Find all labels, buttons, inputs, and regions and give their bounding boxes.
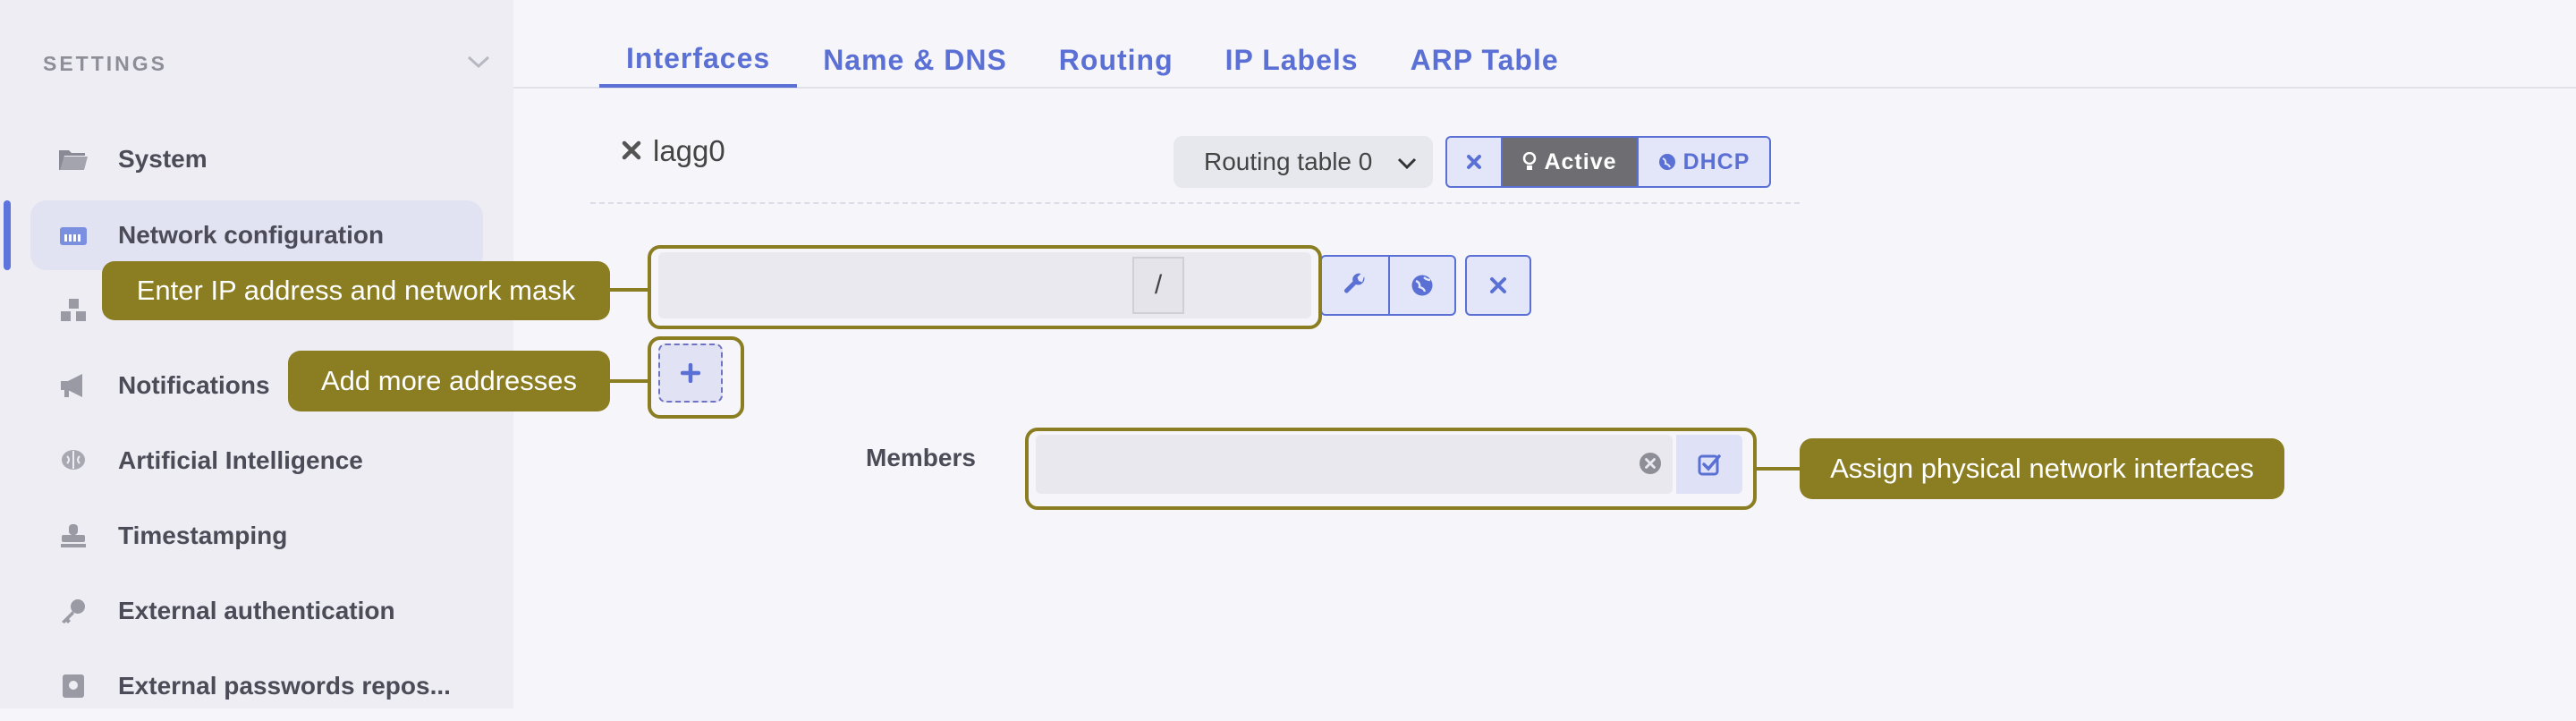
sidebar-item-external-passwords[interactable]: External passwords repos... [30,651,483,721]
wrench-icon [1344,273,1365,293]
routing-table-value: Routing table 0 [1204,148,1373,175]
dhcp-label: DHCP [1682,148,1750,174]
tab-bar: Interfaces Name & DNS Routing IP Labels … [599,32,1585,88]
remove-address-button[interactable] [1465,255,1531,316]
sidebar-item-label: Network configuration [118,221,385,249]
sidebar-item-label: System [118,145,208,173]
vault-icon [57,670,89,702]
close-icon [1490,277,1506,293]
sidebar-title: SETTINGS [43,51,168,75]
globe-icon [1411,275,1433,296]
address-callout: Enter IP address and network mask [102,261,610,320]
sidebar-header[interactable]: SETTINGS [43,50,490,77]
interface-header: lagg0 [621,134,725,168]
add-callout-outline [648,336,744,419]
members-label: Members [866,444,976,471]
address-callout-outline [648,245,1322,329]
remove-interface-icon[interactable] [621,134,642,168]
members-callout: Assign physical network interfaces [1800,438,2284,499]
add-callout: Add more addresses [288,351,610,411]
sidebar-item-network-configuration[interactable]: Network configuration [30,200,483,270]
key-icon [57,595,89,627]
sidebar-item-timestamping[interactable]: Timestamping [30,501,483,571]
globe-icon [1658,154,1675,170]
network-icon [57,219,89,251]
tab-interfaces[interactable]: Interfaces [599,32,798,88]
active-indicator [4,200,11,270]
dhcp-toggle-button[interactable]: DHCP [1637,136,1771,188]
address-callout-connector [608,288,649,292]
folder-icon [57,143,89,175]
address-scope-button[interactable] [1388,255,1456,316]
interface-name: lagg0 [653,134,725,167]
section-divider [590,202,1800,204]
sidebar-item-system[interactable]: System [30,124,483,194]
sidebar-item-external-authentication[interactable]: External authentication [30,576,483,646]
stamp-icon [57,520,89,552]
tab-ip-labels[interactable]: IP Labels [1199,32,1385,88]
sidebar-item-label: External authentication [118,597,395,624]
sidebar-item-label: Notifications [118,371,270,399]
modules-icon [57,294,89,327]
disable-button[interactable] [1445,136,1503,188]
sidebar-item-artificial-intelligence[interactable]: Artificial Intelligence [30,426,483,496]
sidebar-item-label: External passwords repos... [118,672,451,700]
megaphone-icon [57,369,89,402]
close-icon [1467,155,1481,169]
lightbulb-icon [1523,152,1537,170]
sidebar-item-label: Timestamping [118,522,288,549]
active-label: Active [1544,148,1617,174]
tab-routing[interactable]: Routing [1033,32,1199,88]
interface-action-group: Active DHCP [1445,136,1771,188]
active-toggle-button[interactable]: Active [1503,136,1637,188]
routing-table-select[interactable]: Routing table 0 [1174,136,1433,188]
brain-icon [57,445,89,477]
chevron-down-icon [1397,148,1417,176]
members-callout-connector [1755,467,1801,471]
configure-address-button[interactable] [1320,255,1390,316]
sidebar-item-label: Artificial Intelligence [118,446,363,474]
chevron-down-icon[interactable] [467,55,490,73]
members-callout-outline [1025,428,1757,510]
tab-arp-table[interactable]: ARP Table [1385,32,1585,88]
add-callout-connector [608,379,649,383]
tab-name-dns[interactable]: Name & DNS [797,32,1033,88]
